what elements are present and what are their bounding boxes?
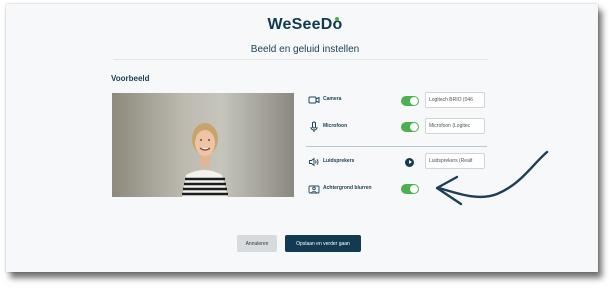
camera-label: Camera — [323, 96, 342, 102]
play-test-sound-icon[interactable] — [405, 158, 414, 167]
title-divider — [113, 59, 488, 60]
microphone-label: Microfoon — [323, 123, 348, 129]
camera-toggle[interactable] — [401, 96, 419, 106]
speaker-icon — [309, 157, 319, 167]
background-blur-toggle[interactable] — [401, 184, 419, 194]
page-title: Beeld en geluid instellen — [250, 44, 360, 55]
background-blur-icon — [308, 185, 320, 194]
microphone-select[interactable]: Microfoon (Logitec — [425, 118, 485, 134]
microphone-toggle[interactable] — [401, 122, 419, 132]
annotation-arrow-icon — [435, 150, 549, 206]
person-preview-image — [112, 93, 294, 197]
camera-select[interactable]: Logitech BRIO (046 — [425, 92, 485, 108]
microphone-icon — [310, 121, 318, 132]
logo-dot-icon — [335, 17, 339, 21]
camera-preview — [112, 93, 294, 197]
cancel-button[interactable]: Annuleren — [237, 235, 277, 252]
settings-divider — [306, 146, 487, 147]
app-logo: WeSeeDo — [267, 16, 343, 33]
camera-icon — [308, 96, 320, 104]
background-blur-label: Achtergrond blurren — [323, 185, 372, 191]
save-and-continue-button[interactable]: Opslaan en verder gaan — [285, 235, 361, 252]
preview-label: Voorbeeld — [111, 74, 150, 83]
speakers-label: Luidsprekers — [323, 158, 355, 164]
